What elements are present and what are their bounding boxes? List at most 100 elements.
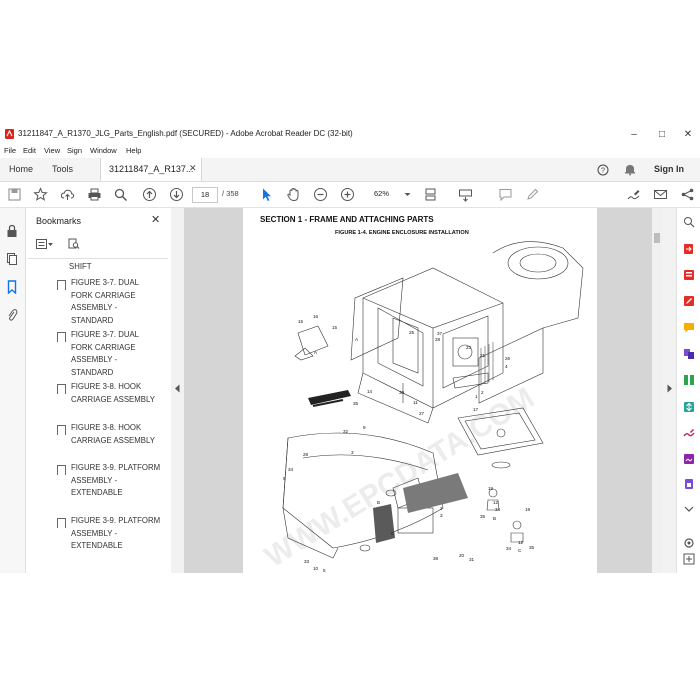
svg-text:34: 34 xyxy=(506,546,512,551)
panel-collapse-handle[interactable] xyxy=(171,208,184,573)
export-pdf-icon[interactable] xyxy=(683,243,695,255)
print-icon[interactable] xyxy=(87,187,102,202)
bookmark-item-3-7b[interactable]: FIGURE 3-7. DUAL FORK CARRIAGE ASSEMBLY … xyxy=(71,329,161,379)
expand-right-chevron-icon[interactable] xyxy=(666,384,673,393)
menu-sign[interactable]: Sign xyxy=(67,146,82,155)
combine-files-icon[interactable] xyxy=(683,348,695,360)
right-tools-pane xyxy=(676,208,700,573)
email-icon[interactable] xyxy=(653,187,668,202)
zoom-level-input[interactable]: 62% xyxy=(374,189,389,198)
menu-view[interactable]: View xyxy=(44,146,60,155)
svg-text:9: 9 xyxy=(363,425,366,430)
document-scrollbar[interactable] xyxy=(652,208,662,573)
bookmark-item-3-8b[interactable]: FIGURE 3-8. HOOK CARRIAGE ASSEMBLY xyxy=(71,422,161,447)
bookmark-options-icon[interactable] xyxy=(36,239,54,250)
svg-text:B: B xyxy=(377,500,380,505)
hand-tool-icon[interactable] xyxy=(286,187,301,202)
page-total: / 358 xyxy=(222,189,239,198)
svg-text:27: 27 xyxy=(419,411,425,416)
protect-pdf-icon[interactable] xyxy=(683,478,695,490)
tab-tools[interactable]: Tools xyxy=(52,158,73,181)
find-bookmark-icon[interactable] xyxy=(68,238,80,250)
page-number-input[interactable]: 18 xyxy=(192,187,218,203)
select-cursor-icon[interactable] xyxy=(259,187,274,202)
tools-add-icon[interactable] xyxy=(683,553,695,565)
sign-in-button[interactable]: Sign In xyxy=(654,158,684,181)
compress-pdf-icon[interactable] xyxy=(683,401,695,413)
bookmark-item-3-8a[interactable]: FIGURE 3-8. HOOK CARRIAGE ASSEMBLY xyxy=(71,381,161,406)
fill-and-sign-icon[interactable] xyxy=(683,427,695,439)
svg-text:35: 35 xyxy=(529,545,535,550)
upload-cloud-icon[interactable] xyxy=(60,187,75,202)
tab-document[interactable]: 31211847_A_R137... ✕ xyxy=(100,158,202,181)
tab-home[interactable]: Home xyxy=(9,158,33,181)
svg-text:25: 25 xyxy=(409,330,415,335)
svg-text:30: 30 xyxy=(399,390,405,395)
attachment-paperclip-icon[interactable] xyxy=(6,308,18,322)
create-pdf-icon[interactable] xyxy=(683,269,695,281)
bookmark-item-3-7a[interactable]: FIGURE 3-7. DUAL FORK CARRIAGE ASSEMBLY … xyxy=(71,277,161,327)
tools-settings-icon[interactable] xyxy=(683,537,695,549)
panel-divider xyxy=(28,258,168,259)
zoom-dropdown-chevron-icon[interactable] xyxy=(400,187,415,202)
save-icon[interactable] xyxy=(7,187,22,202)
svg-text:19: 19 xyxy=(488,486,494,491)
svg-text:34: 34 xyxy=(288,467,294,472)
help-icon[interactable]: ? xyxy=(597,164,609,176)
svg-text:A: A xyxy=(314,350,318,355)
svg-text:32: 32 xyxy=(343,429,349,434)
bookmark-item-3-9b[interactable]: FIGURE 3-9. PLATFORM ASSEMBLY - EXTENDAB… xyxy=(71,515,161,553)
left-nav-rail xyxy=(0,208,26,573)
section-heading: SECTION 1 - FRAME AND ATTACHING PARTS xyxy=(260,215,434,224)
menu-window[interactable]: Window xyxy=(90,146,117,155)
svg-text:B: B xyxy=(493,516,496,521)
tools-pane-collapse-handle[interactable] xyxy=(662,208,676,573)
close-tab-icon[interactable]: ✕ xyxy=(189,163,197,174)
page-fit-icon[interactable] xyxy=(423,187,438,202)
zoom-out-icon[interactable] xyxy=(313,187,328,202)
next-page-icon[interactable] xyxy=(169,187,184,202)
comment-tool-icon[interactable] xyxy=(683,322,695,334)
highlight-pen-icon[interactable] xyxy=(525,187,540,202)
send-for-signature-icon[interactable] xyxy=(683,453,695,465)
svg-text:2: 2 xyxy=(440,506,443,511)
zoom-in-icon[interactable] xyxy=(340,187,355,202)
notifications-bell-icon[interactable] xyxy=(624,163,636,176)
minimize-button[interactable]: – xyxy=(622,125,646,144)
lock-icon[interactable] xyxy=(6,224,18,238)
bookmark-partial-item[interactable]: SHIFT xyxy=(69,261,159,274)
bookmark-star-icon[interactable] xyxy=(33,187,48,202)
search-icon[interactable] xyxy=(113,187,128,202)
svg-text:28: 28 xyxy=(435,337,441,342)
window-title: 31211847_A_R1370_JLG_Parts_English.pdf (… xyxy=(18,129,353,138)
title-bar: 31211847_A_R1370_JLG_Parts_English.pdf (… xyxy=(0,125,700,144)
bookmarks-panel-icon[interactable] xyxy=(7,280,17,294)
previous-page-icon[interactable] xyxy=(142,187,157,202)
comment-icon[interactable] xyxy=(498,187,513,202)
svg-text:20: 20 xyxy=(459,553,465,558)
menu-file[interactable]: File xyxy=(4,146,16,155)
maximize-button[interactable]: □ xyxy=(650,125,674,144)
zoom-search-tool-icon[interactable] xyxy=(683,216,695,228)
bookmark-item-3-9a[interactable]: FIGURE 3-9. PLATFORM ASSEMBLY - EXTENDAB… xyxy=(71,462,161,500)
svg-text:12: 12 xyxy=(518,540,524,545)
fill-sign-icon[interactable] xyxy=(626,187,641,202)
watermark-text: WWW.EPCDATA.COM xyxy=(259,381,540,573)
edit-pdf-icon[interactable] xyxy=(683,295,695,307)
menu-edit[interactable]: Edit xyxy=(23,146,36,155)
bookmark-icon xyxy=(57,384,66,394)
share-link-icon[interactable] xyxy=(680,187,695,202)
organize-pages-icon[interactable] xyxy=(683,374,695,386)
close-window-button[interactable]: ✕ xyxy=(676,125,700,144)
close-panel-icon[interactable]: ✕ xyxy=(151,213,160,226)
svg-text:28: 28 xyxy=(303,452,309,457)
document-scroll-thumb[interactable] xyxy=(654,233,660,243)
page-thumbnails-icon[interactable] xyxy=(6,252,18,266)
svg-text:19: 19 xyxy=(525,507,531,512)
keyboard-icon[interactable] xyxy=(458,187,473,202)
tab-bar: Home Tools 31211847_A_R137... ✕ ? Sign I… xyxy=(0,158,700,182)
more-tools-chevron-icon[interactable] xyxy=(683,505,695,513)
svg-text:9: 9 xyxy=(283,476,286,481)
collapse-left-chevron-icon[interactable] xyxy=(174,384,181,393)
menu-help[interactable]: Help xyxy=(126,146,141,155)
